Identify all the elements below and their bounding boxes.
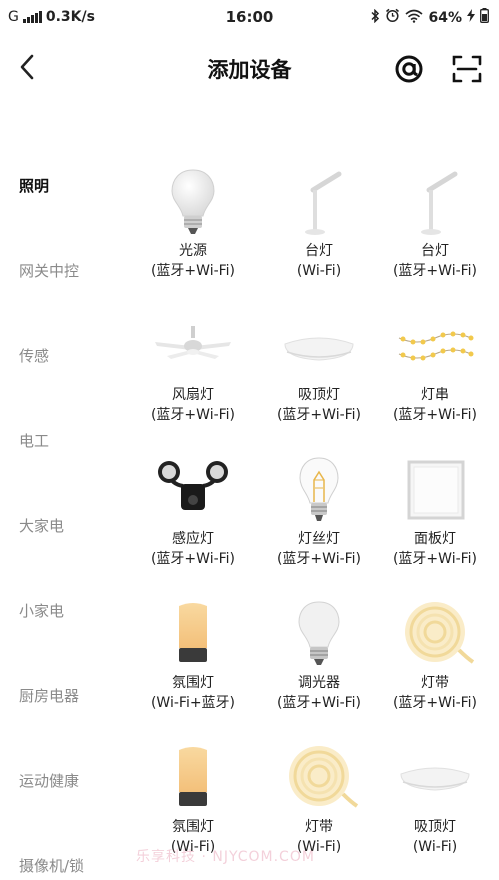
device-name: 光源 xyxy=(179,243,207,259)
device-connectivity: (蓝牙+Wi-Fi) xyxy=(392,551,478,567)
device-connectivity: (蓝牙+Wi-Fi) xyxy=(150,551,236,567)
device-connectivity: (Wi-Fi) xyxy=(296,263,342,279)
device-tile[interactable]: 灯带 (Wi-Fi) xyxy=(256,744,382,857)
device-name: 灯丝灯 xyxy=(298,531,340,547)
device-connectivity: (蓝牙+Wi-Fi) xyxy=(276,407,362,423)
bluetooth-icon xyxy=(370,8,380,27)
at-icon xyxy=(395,55,423,83)
sensor-light-icon xyxy=(153,456,233,526)
device-name: 感应灯 xyxy=(172,531,214,547)
device-connectivity: (蓝牙+Wi-Fi) xyxy=(150,407,236,423)
category-item-kitchen[interactable]: 厨房电器 xyxy=(19,685,79,706)
ceiling-light-icon xyxy=(395,744,475,814)
device-name: 台灯 xyxy=(421,243,449,259)
device-tile[interactable]: 台灯 (蓝牙+Wi-Fi) xyxy=(372,168,498,281)
light-strip-icon xyxy=(395,600,475,670)
category-item-major-appliances[interactable]: 大家电 xyxy=(19,515,64,536)
category-item-small-appliances[interactable]: 小家电 xyxy=(19,600,64,621)
charging-icon xyxy=(467,9,475,26)
device-connectivity: (蓝牙+Wi-Fi) xyxy=(392,263,478,279)
scan-icon xyxy=(452,55,482,83)
device-tile[interactable]: 氛围灯 (Wi-Fi) xyxy=(130,744,256,857)
device-connectivity: (蓝牙+Wi-Fi) xyxy=(150,263,236,279)
device-tile[interactable]: 调光器 (蓝牙+Wi-Fi) xyxy=(256,600,382,713)
device-tile[interactable]: 吸顶灯 (蓝牙+Wi-Fi) xyxy=(256,312,382,425)
category-item-gateway[interactable]: 网关中控 xyxy=(19,260,79,281)
scan-button[interactable] xyxy=(450,52,484,86)
device-tile[interactable]: 光源 (蓝牙+Wi-Fi) xyxy=(130,168,256,281)
category-item-sensor[interactable]: 传感 xyxy=(19,345,49,366)
light-strip-icon xyxy=(279,744,359,814)
category-item-lighting[interactable]: 照明 xyxy=(19,175,49,196)
battery-icon xyxy=(480,8,489,27)
device-tile[interactable]: 氛围灯 (Wi-Fi+蓝牙) xyxy=(130,600,256,713)
category-item-camera-lock[interactable]: 摄像机/锁 xyxy=(19,855,84,876)
filament-bulb-icon xyxy=(279,456,359,526)
device-connectivity: (蓝牙+Wi-Fi) xyxy=(392,695,478,711)
header: 添加设备 xyxy=(0,34,499,104)
battery-level: 64% xyxy=(428,9,462,26)
ambient-light-icon xyxy=(153,600,233,670)
ambient-light-icon xyxy=(153,744,233,814)
status-right: 64% xyxy=(370,8,489,27)
device-name: 面板灯 xyxy=(414,531,456,547)
device-tile[interactable]: 灯丝灯 (蓝牙+Wi-Fi) xyxy=(256,456,382,569)
device-name: 台灯 xyxy=(305,243,333,259)
device-tile[interactable]: 感应灯 (蓝牙+Wi-Fi) xyxy=(130,456,256,569)
panel-light-icon xyxy=(395,456,475,526)
desk-lamp-icon xyxy=(395,168,475,238)
device-tile[interactable]: 灯串 (蓝牙+Wi-Fi) xyxy=(372,312,498,425)
device-name: 氛围灯 xyxy=(172,675,214,691)
status-bar: G 0.3K/s 16:00 64% xyxy=(0,0,499,34)
category-item-fitness[interactable]: 运动健康 xyxy=(19,770,79,791)
device-connectivity: (Wi-Fi+蓝牙) xyxy=(150,695,236,711)
desk-lamp-icon xyxy=(279,168,359,238)
device-name: 风扇灯 xyxy=(172,387,214,403)
device-name: 吸顶灯 xyxy=(298,387,340,403)
device-name: 吸顶灯 xyxy=(414,819,456,835)
bulb-icon xyxy=(153,168,233,238)
wifi-icon xyxy=(405,9,424,27)
watermark: 乐享科技 · NJYCOM.COM xyxy=(136,849,315,865)
device-name: 灯带 xyxy=(421,675,449,691)
category-item-electrical[interactable]: 电工 xyxy=(19,430,49,451)
dimmer-bulb-icon xyxy=(279,600,359,670)
device-connectivity: (蓝牙+Wi-Fi) xyxy=(276,551,362,567)
device-name: 氛围灯 xyxy=(172,819,214,835)
device-tile[interactable]: 风扇灯 (蓝牙+Wi-Fi) xyxy=(130,312,256,425)
category-sidebar: 照明 网关中控 传感 电工 大家电 小家电 厨房电器 运动健康 摄像机/锁 xyxy=(0,104,120,880)
device-name: 灯串 xyxy=(421,387,449,403)
ceiling-light-icon xyxy=(279,312,359,382)
device-name: 灯带 xyxy=(305,819,333,835)
fan-light-icon xyxy=(153,312,233,382)
device-tile[interactable]: 吸顶灯 (Wi-Fi) xyxy=(372,744,498,857)
mention-button[interactable] xyxy=(392,52,426,86)
device-name: 调光器 xyxy=(298,675,340,691)
alarm-icon xyxy=(385,8,400,27)
device-tile[interactable]: 灯带 (蓝牙+Wi-Fi) xyxy=(372,600,498,713)
device-tile[interactable]: 面板灯 (蓝牙+Wi-Fi) xyxy=(372,456,498,569)
device-connectivity: (蓝牙+Wi-Fi) xyxy=(392,407,478,423)
device-connectivity: (Wi-Fi) xyxy=(412,839,458,855)
device-connectivity: (蓝牙+Wi-Fi) xyxy=(276,695,362,711)
string-lights-icon xyxy=(395,312,475,382)
device-tile[interactable]: 台灯 (Wi-Fi) xyxy=(256,168,382,281)
